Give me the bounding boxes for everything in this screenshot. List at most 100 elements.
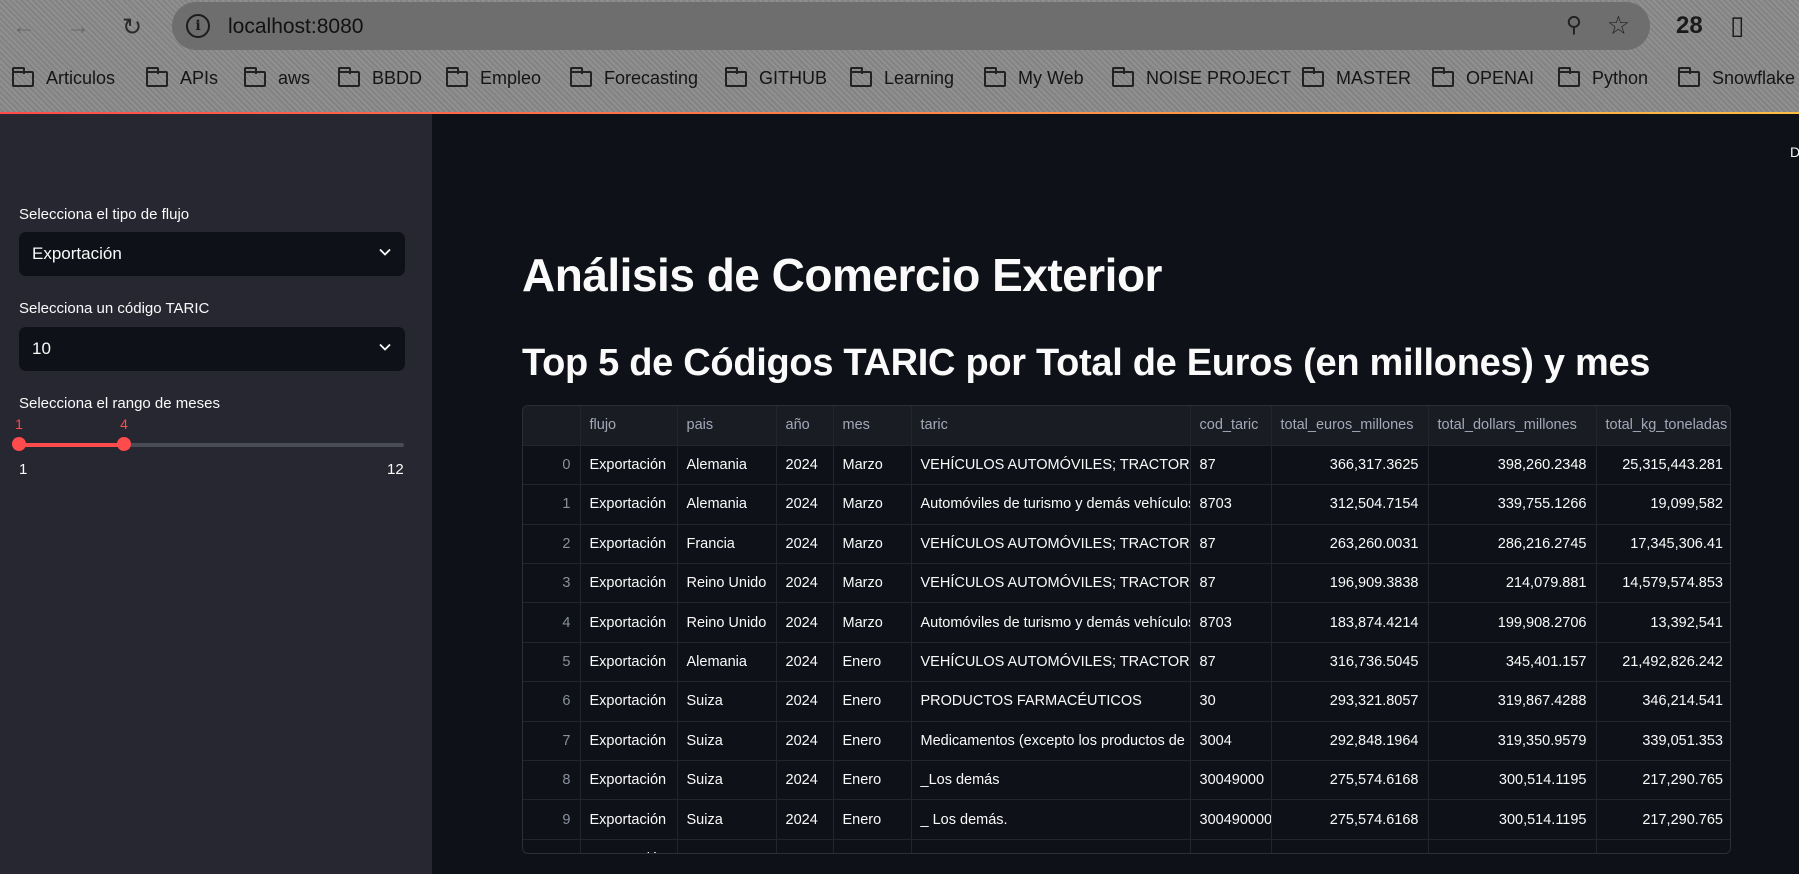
table-row[interactable]: 4 Exportación Reino Unido 2024 Marzo Automóvi… [523, 602, 1730, 643]
data-table[interactable]: flujo pais año mes taric cod_taric total_euros… [522, 405, 1731, 854]
table-cell-cod-taric[interactable]: 8703 [1190, 602, 1272, 643]
column-header-total-kg[interactable]: total_kg_toneladas [1596, 406, 1730, 446]
table-cell-total-euros[interactable]: 293,321.8057 [1271, 681, 1429, 722]
table-cell-pais[interactable]: Reino Unido [677, 563, 777, 604]
table-cell-anio[interactable]: 2024 [776, 524, 834, 565]
table-cell-total-euros[interactable]: 275,574.6168 [1271, 799, 1429, 840]
table-cell-mes[interactable]: ... [833, 839, 912, 853]
bookmark-aws[interactable]: aws [244, 66, 310, 89]
table-cell-pais[interactable]: Reino Unido [677, 602, 777, 643]
bookmark-noise-project[interactable]: NOISE PROJECT [1112, 66, 1291, 89]
url-text[interactable]: localhost:8080 [228, 15, 363, 39]
table-cell-mes[interactable]: Enero [833, 721, 912, 762]
table-cell-total-kg[interactable]: 21,492,826.242 [1596, 642, 1730, 683]
table-cell-cod-taric[interactable] [1190, 839, 1272, 853]
table-cell-mes[interactable]: Enero [833, 760, 912, 801]
table-cell-mes[interactable]: Marzo [833, 445, 912, 486]
table-row[interactable]: 6 Exportación Suiza 2024 Enero PRODUCTOS FARM… [523, 681, 1730, 722]
table-cell-cod-taric[interactable]: 3004900000 [1190, 799, 1272, 840]
table-cell-total-euros[interactable]: 366,317.3625 [1271, 445, 1429, 486]
table-cell-mes[interactable]: Enero [833, 681, 912, 722]
table-cell-anio[interactable]: 2024 [776, 721, 834, 762]
table-cell-total-dollars[interactable]: 319,867.4288 [1428, 681, 1597, 722]
table-cell-total-kg[interactable]: 217,290.765 [1596, 760, 1730, 801]
table-cell-index[interactable]: 9 [523, 799, 581, 840]
table-row[interactable]: 3 Exportación Reino Unido 2024 Marzo VEHÍCULO… [523, 563, 1730, 604]
reload-button[interactable]: ↻ [114, 9, 150, 45]
table-cell-taric[interactable]: _ Los demás. [911, 799, 1191, 840]
table-cell-anio[interactable]: 2024 [776, 760, 834, 801]
taric-code-select[interactable]: 10 [19, 327, 405, 371]
column-header-mes[interactable]: mes [833, 406, 912, 446]
table-cell-total-euros[interactable]: 312,504.7154 [1271, 484, 1429, 525]
table-cell-pais[interactable]: Alemania [677, 642, 777, 683]
info-icon[interactable]: i [186, 14, 210, 38]
table-cell-total-dollars[interactable]: 339,755.1266 [1428, 484, 1597, 525]
table-cell-pais[interactable]: Suiza [677, 760, 777, 801]
table-cell-mes[interactable]: Marzo [833, 484, 912, 525]
zoom-icon[interactable]: ⚲ [1566, 12, 1582, 38]
toolbar-badge[interactable]: 28 [1676, 12, 1703, 40]
table-cell-flujo[interactable]: Exportación [580, 760, 678, 801]
table-cell-total-euros[interactable]: 196,909.3838 [1271, 563, 1429, 604]
table-row[interactable]: 1 Exportación Alemania 2024 Marzo Automóviles… [523, 484, 1730, 525]
table-cell-taric[interactable]: VEHÍCULOS AUTOMÓVILES; TRACTORES [911, 642, 1191, 683]
table-cell-anio[interactable]: 2024 [776, 839, 834, 853]
table-cell-total-kg[interactable] [1596, 839, 1730, 853]
table-cell-index[interactable]: 3 [523, 563, 581, 604]
column-header-total-euros[interactable]: total_euros_millones [1271, 406, 1429, 446]
back-button[interactable]: ← [6, 9, 42, 45]
table-cell-flujo[interactable]: Exportación [580, 721, 678, 762]
table-cell-cod-taric[interactable]: 30049000 [1190, 760, 1272, 801]
table-cell-taric[interactable]: VEHÍCULOS AUTOMÓVILES; TRACTORES [911, 445, 1191, 486]
table-cell-cod-taric[interactable]: 3004 [1190, 721, 1272, 762]
bookmark-star-icon[interactable]: ☆ [1607, 10, 1630, 41]
table-cell-total-kg[interactable]: 217,290.765 [1596, 799, 1730, 840]
table-cell-index[interactable]: 0 [523, 445, 581, 486]
table-cell-mes[interactable]: Marzo [833, 563, 912, 604]
forward-button[interactable]: → [60, 9, 96, 45]
table-cell-total-euros[interactable]: 292,848.1964 [1271, 721, 1429, 762]
table-cell-anio[interactable]: 2024 [776, 484, 834, 525]
column-header-cod-taric[interactable]: cod_taric [1190, 406, 1272, 446]
column-header-anio[interactable]: año [776, 406, 834, 446]
bookmark-learning[interactable]: Learning [850, 66, 954, 89]
table-cell-pais[interactable]: Suiza [677, 681, 777, 722]
bookmark-articulos[interactable]: Articulos [12, 66, 115, 89]
table-cell-total-euros[interactable]: 316,736.5045 [1271, 642, 1429, 683]
table-cell-taric[interactable]: VEHÍCULOS AUTOMÓVILES; TRACTORES [911, 524, 1191, 565]
table-cell-total-dollars[interactable] [1428, 839, 1597, 853]
table-cell-taric[interactable]: Automóviles de turismo y demás vehículos [911, 484, 1191, 525]
table-cell-index[interactable]: 7 [523, 721, 581, 762]
table-cell-total-euros[interactable]: 275,574.6168 [1271, 760, 1429, 801]
bookmark-openai[interactable]: OPENAI [1432, 66, 1534, 89]
table-cell-total-euros[interactable] [1271, 839, 1429, 853]
bookmark-master[interactable]: MASTER [1302, 66, 1411, 89]
address-bar[interactable]: i localhost:8080 ⚲ ☆ [172, 2, 1650, 50]
bookmark-python[interactable]: Python [1558, 66, 1648, 89]
table-cell-cod-taric[interactable]: 87 [1190, 445, 1272, 486]
table-cell-flujo[interactable]: Exportación [580, 563, 678, 604]
table-cell-total-dollars[interactable]: 199,908.2706 [1428, 602, 1597, 643]
table-row[interactable]: 10Exportación...2024...... [523, 839, 1730, 853]
extensions-icon[interactable]: ▯ [1730, 10, 1744, 41]
table-cell-mes[interactable]: Enero [833, 799, 912, 840]
table-cell-pais[interactable]: Alemania [677, 484, 777, 525]
bookmark-forecasting[interactable]: Forecasting [570, 66, 698, 89]
table-cell-anio[interactable]: 2024 [776, 799, 834, 840]
table-cell-anio[interactable]: 2024 [776, 642, 834, 683]
table-cell-total-dollars[interactable]: 214,079.881 [1428, 563, 1597, 604]
table-cell-index[interactable]: 1 [523, 484, 581, 525]
table-cell-total-dollars[interactable]: 345,401.157 [1428, 642, 1597, 683]
table-cell-cod-taric[interactable]: 8703 [1190, 484, 1272, 525]
flow-type-select[interactable]: Exportación [19, 232, 405, 276]
table-cell-total-dollars[interactable]: 300,514.1195 [1428, 760, 1597, 801]
bookmark-snowflake[interactable]: Snowflake [1678, 66, 1795, 89]
table-cell-total-kg[interactable]: 14,579,574.853 [1596, 563, 1730, 604]
table-row[interactable]: 0 Exportación Alemania 2024 Marzo VEHÍCULOS A… [523, 445, 1730, 486]
table-cell-cod-taric[interactable]: 87 [1190, 524, 1272, 565]
table-cell-pais[interactable]: Suiza [677, 721, 777, 762]
table-row[interactable]: 5 Exportación Alemania 2024 Enero VEHÍCULOS A… [523, 642, 1730, 683]
column-header-pais[interactable]: pais [677, 406, 777, 446]
table-cell-taric[interactable]: Medicamentos (excepto los productos de [911, 721, 1191, 762]
